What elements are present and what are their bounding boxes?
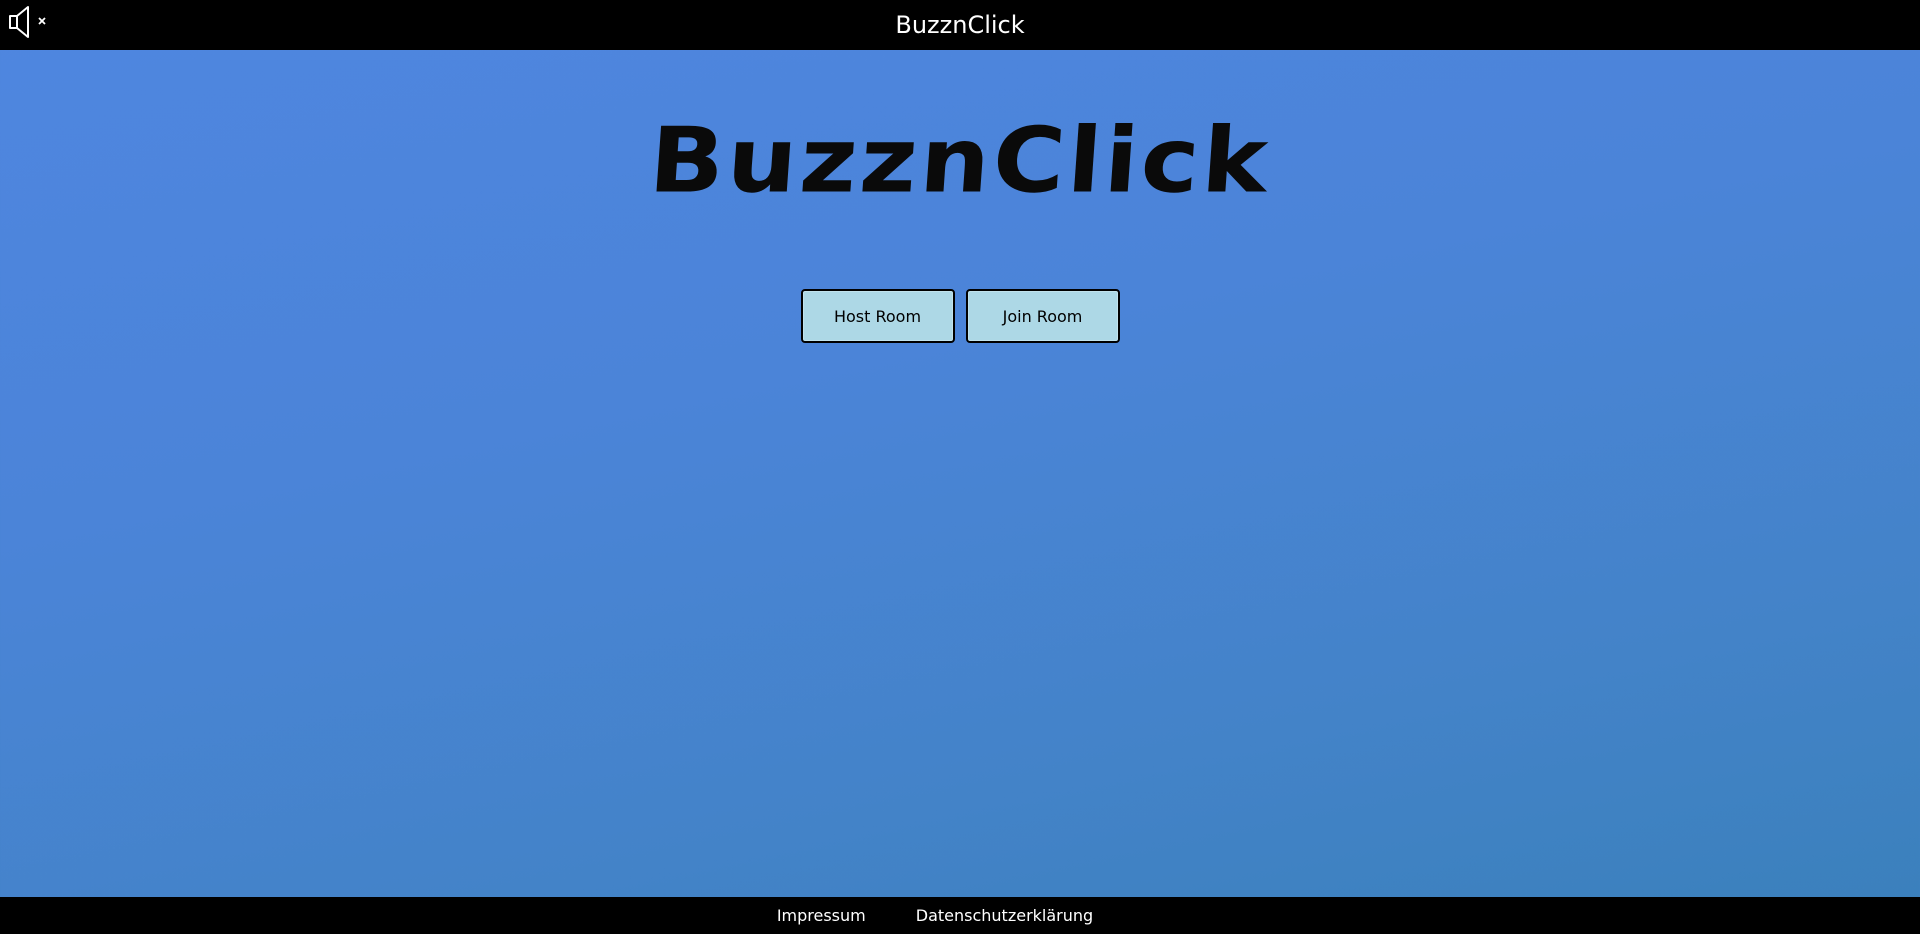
speaker-muted-icon — [8, 4, 54, 44]
privacy-policy-link[interactable]: Datenschutzerklärung — [916, 906, 1093, 925]
app-title: BuzznClick — [895, 11, 1025, 39]
mute-toggle-button[interactable] — [8, 6, 54, 42]
join-room-button[interactable]: Join Room — [965, 289, 1120, 343]
room-actions: Host Room Join Room — [0, 289, 1920, 343]
footer-bar: Impressum Datenschutzerklärung — [0, 897, 1920, 934]
hero-logo-title: BuzznClick — [645, 108, 1275, 214]
impressum-link[interactable]: Impressum — [777, 906, 866, 925]
host-room-button[interactable]: Host Room — [800, 289, 955, 343]
top-bar: BuzznClick — [0, 0, 1920, 50]
